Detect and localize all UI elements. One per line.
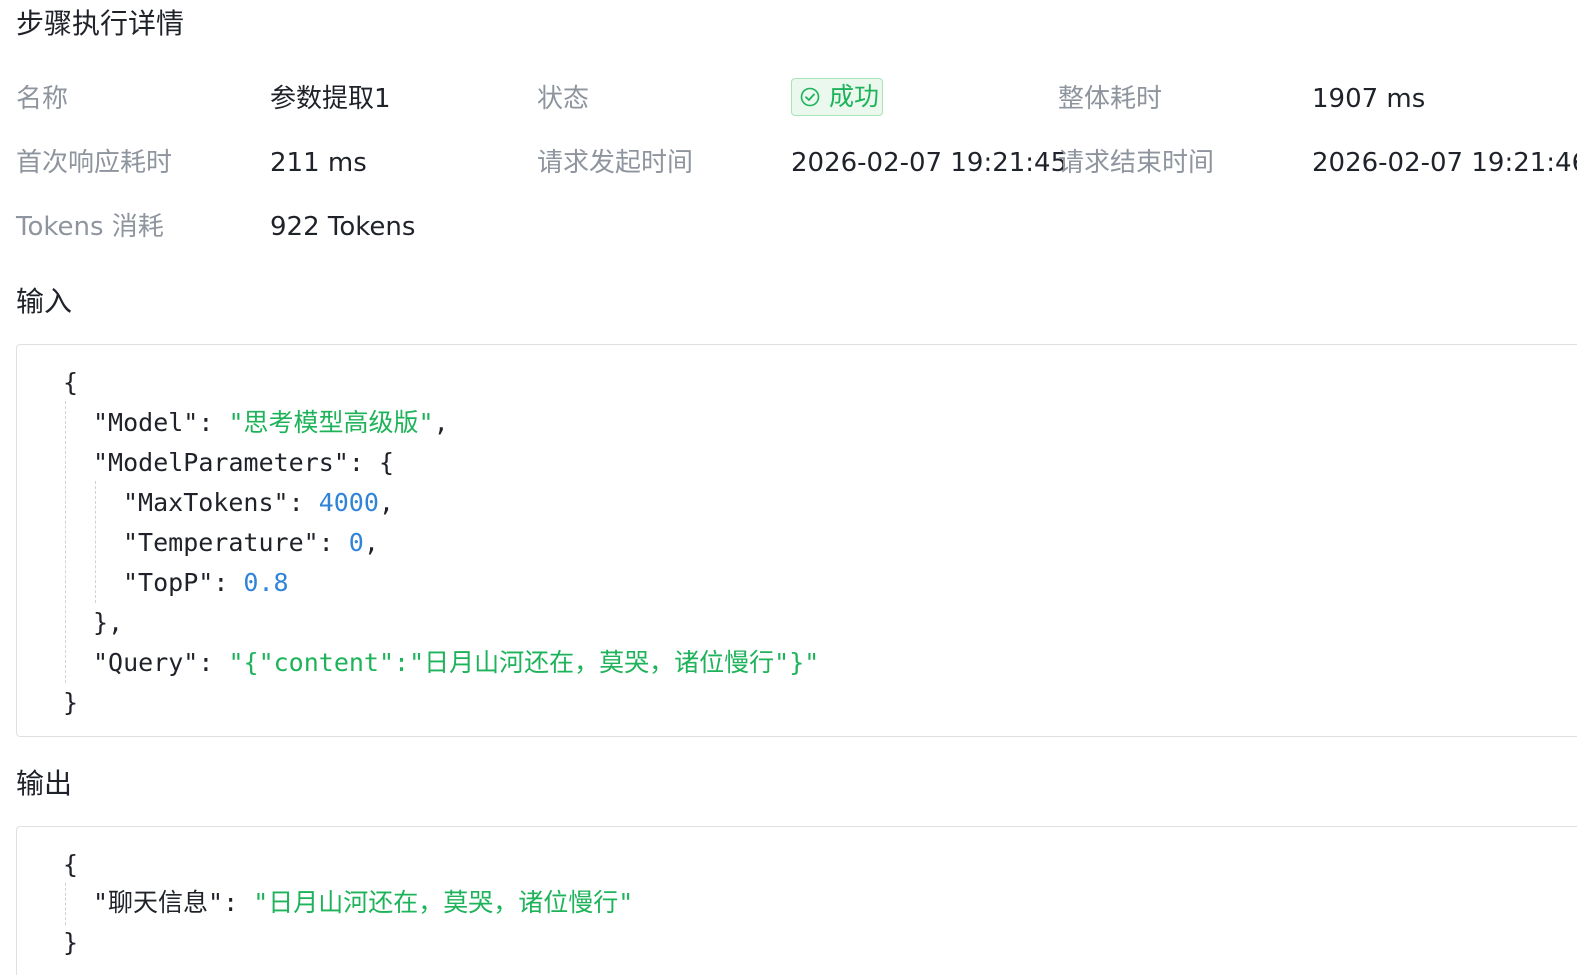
json-line: "聊天信息": "日月山河还在，莫哭，诸位慢行" [93,888,634,917]
json-number-value: 4000 [318,488,379,517]
output-section-title: 输出 [16,767,73,800]
check-circle-icon [800,87,820,107]
input-section-title: 输入 [16,285,73,318]
json-line: } [63,688,79,717]
json-line: "ModelParameters": { [93,448,395,477]
total-time-label: 整体耗时 [1058,84,1163,114]
indent-guide [65,883,66,925]
json-key: "Query" [93,648,199,677]
json-line: { [63,368,79,397]
request-start-label: 请求发起时间 [537,148,694,178]
json-key: "TopP" [123,568,214,597]
json-line: "Temperature": 0, [123,528,379,557]
total-time-value: 1907 ms [1312,84,1426,114]
json-number-value: 0 [348,528,364,557]
json-number-value: 0.8 [243,568,289,597]
json-line: }, [93,608,124,637]
json-line: "Query": "{"content":"日月山河还在，莫哭，诸位慢行"}" [93,648,820,677]
name-label: 名称 [16,84,69,114]
indent-guide [95,481,96,603]
json-string-value: "{"content":"日月山河还在，莫哭，诸位慢行"}" [228,648,820,677]
status-value: 成功 [829,82,880,111]
json-key: "聊天信息" [93,888,224,917]
indent-guide [65,401,66,683]
tokens-value: 922 Tokens [270,212,416,242]
status-label: 状态 [537,84,590,114]
json-line: { [63,850,79,879]
request-end-value: 2026-02-07 19:21:46 [1312,148,1577,178]
page-title: 步骤执行详情 [16,7,185,40]
json-string-value: "日月山河还在，莫哭，诸位慢行" [253,888,634,917]
json-line: "MaxTokens": 4000, [123,488,394,517]
json-key: "Model" [93,408,199,437]
first-response-label: 首次响应耗时 [16,148,173,178]
json-key: "Temperature" [123,528,319,557]
first-response-value: 211 ms [270,148,367,178]
json-line: "Model": "思考模型高级版", [93,408,449,437]
request-end-label: 请求结束时间 [1058,148,1215,178]
json-line: "TopP": 0.8 [123,568,289,597]
request-start-value: 2026-02-07 19:21:45 [791,148,1068,178]
name-value: 参数提取1 [270,84,391,114]
input-json-viewer: { "Model": "思考模型高级版", "ModelParameters":… [16,344,1577,737]
json-line: } [63,928,79,957]
status-badge: 成功 [791,78,883,116]
output-json-viewer: { "聊天信息": "日月山河还在，莫哭，诸位慢行" } [16,826,1577,975]
json-key: "MaxTokens" [123,488,289,517]
json-string-value: "思考模型高级版" [228,408,434,437]
tokens-label: Tokens 消耗 [16,212,164,242]
json-key: "ModelParameters" [93,448,349,477]
